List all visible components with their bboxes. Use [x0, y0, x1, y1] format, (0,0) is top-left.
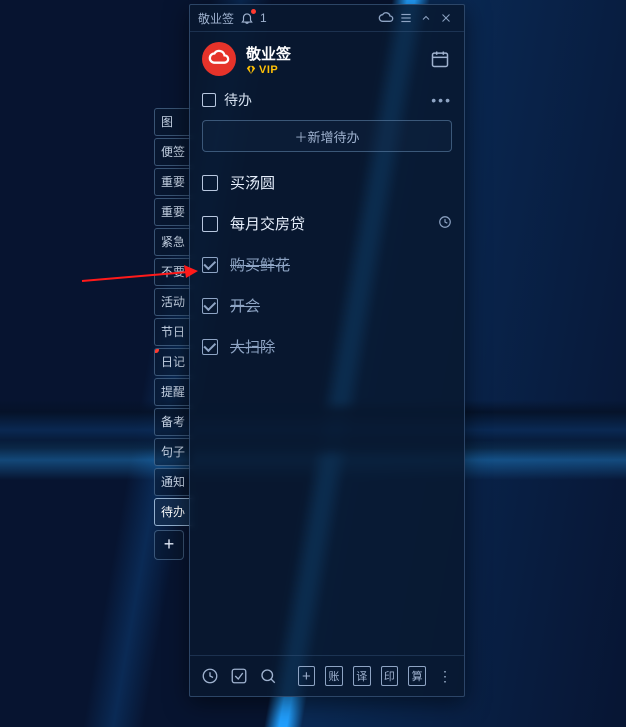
footer-bar: + 账 译 印 算 ⋮ — [190, 655, 464, 696]
todo-item[interactable]: 开会 — [190, 285, 464, 326]
section-title: 待办 — [224, 90, 252, 110]
footer-sq-label: 译 — [356, 668, 367, 684]
todo-checkbox[interactable] — [202, 175, 218, 191]
vip-badge: VIP — [246, 64, 291, 76]
section-icon — [202, 93, 216, 107]
side-tab-label: 备考 — [161, 415, 185, 429]
side-tab-label: 提醒 — [161, 385, 185, 399]
side-tab[interactable]: 节日 — [154, 318, 194, 346]
side-tab-label: 日记 — [161, 355, 185, 369]
todo-item[interactable]: 大扫除 — [190, 326, 464, 367]
side-tab[interactable]: 句子 — [154, 438, 194, 466]
diamond-icon — [246, 65, 256, 75]
footer-square-button[interactable]: 译 — [353, 666, 371, 686]
brand-name: 敬业签 — [246, 43, 291, 64]
footer-more-button[interactable]: ⋮ — [436, 668, 454, 685]
todo-list: 买汤圆 每月交房贷 购买鲜花 开会 大扫除 — [190, 160, 464, 655]
app-logo — [202, 42, 236, 76]
side-tab[interactable]: 日记 — [154, 348, 194, 376]
side-tab-label: 重要 — [161, 205, 185, 219]
footer-sq-label: 印 — [384, 668, 395, 684]
side-tab[interactable]: 备考 — [154, 408, 194, 436]
footer-square-button[interactable]: 印 — [381, 666, 399, 686]
vip-label: VIP — [259, 64, 278, 76]
side-tab[interactable]: 提醒 — [154, 378, 194, 406]
todo-label: 每月交房贷 — [230, 213, 438, 234]
side-tab[interactable]: 不要 — [154, 258, 194, 286]
footer-sq-label: 账 — [329, 668, 340, 684]
app-window: 敬业签 1 敬业签 VIP — [189, 4, 465, 697]
side-tab-label: 节日 — [161, 325, 185, 339]
side-tab[interactable]: 重要 — [154, 198, 194, 226]
side-tab-label: 重要 — [161, 175, 185, 189]
todo-item[interactable]: 购买鲜花 — [190, 244, 464, 285]
footer-search-button[interactable] — [258, 665, 277, 687]
footer-square-button[interactable]: 账 — [325, 666, 343, 686]
brand-row: 敬业签 VIP — [190, 32, 464, 84]
clock-icon — [438, 215, 452, 233]
footer-plus-button[interactable]: + — [298, 666, 316, 686]
side-tab[interactable]: 通知 — [154, 468, 194, 496]
menu-icon[interactable] — [396, 8, 416, 28]
side-tab-label: 便签 — [161, 145, 185, 159]
side-tab-label: 活动 — [161, 295, 185, 309]
side-tab-label: 图 — [161, 115, 173, 129]
cloud-sync-icon[interactable] — [376, 8, 396, 28]
section-header: 待办 ••• — [190, 84, 464, 116]
notif-count: 1 — [260, 11, 267, 25]
bell-icon[interactable] — [240, 11, 254, 25]
todo-checkbox[interactable] — [202, 298, 218, 314]
calendar-button[interactable] — [428, 47, 452, 71]
side-tab[interactable]: 便签 — [154, 138, 194, 166]
footer-sq-label: 算 — [412, 668, 423, 684]
app-name: 敬业签 — [198, 10, 234, 27]
todo-item[interactable]: 买汤圆 — [190, 162, 464, 203]
side-tab-label: 紧急 — [161, 235, 185, 249]
add-category-button[interactable]: + — [154, 530, 184, 560]
section-more-button[interactable]: ••• — [431, 92, 452, 108]
side-tab-active[interactable]: 待办 — [154, 498, 194, 526]
side-tab-label: 不要 — [161, 265, 185, 279]
close-button[interactable] — [436, 8, 456, 28]
side-tab-label: 通知 — [161, 475, 185, 489]
category-tabs-column: 图 便签 重要 重要 紧急 不要 活动 节日 日记 提醒 备考 句子 通知 待办… — [154, 108, 194, 560]
todo-item[interactable]: 每月交房贷 — [190, 203, 464, 244]
todo-checkbox[interactable] — [202, 339, 218, 355]
todo-checkbox[interactable] — [202, 216, 218, 232]
add-todo-button[interactable]: ＋新增待办 — [202, 120, 452, 152]
todo-checkbox[interactable] — [202, 257, 218, 273]
todo-label: 开会 — [230, 295, 452, 316]
side-tab-label: 待办 — [161, 505, 185, 519]
footer-done-button[interactable] — [229, 665, 248, 687]
todo-label: 大扫除 — [230, 336, 452, 357]
footer-square-button[interactable]: 算 — [408, 666, 426, 686]
add-todo-label: ＋新增待办 — [294, 127, 359, 146]
side-tab[interactable]: 图 — [154, 108, 194, 136]
titlebar: 敬业签 1 — [190, 5, 464, 32]
side-tab[interactable]: 重要 — [154, 168, 194, 196]
side-tab[interactable]: 活动 — [154, 288, 194, 316]
side-tab-label: 句子 — [161, 445, 185, 459]
footer-clock-button[interactable] — [200, 665, 219, 687]
todo-label: 购买鲜花 — [230, 254, 452, 275]
todo-label: 买汤圆 — [230, 172, 452, 193]
side-tab[interactable]: 紧急 — [154, 228, 194, 256]
minimize-button[interactable] — [416, 8, 436, 28]
